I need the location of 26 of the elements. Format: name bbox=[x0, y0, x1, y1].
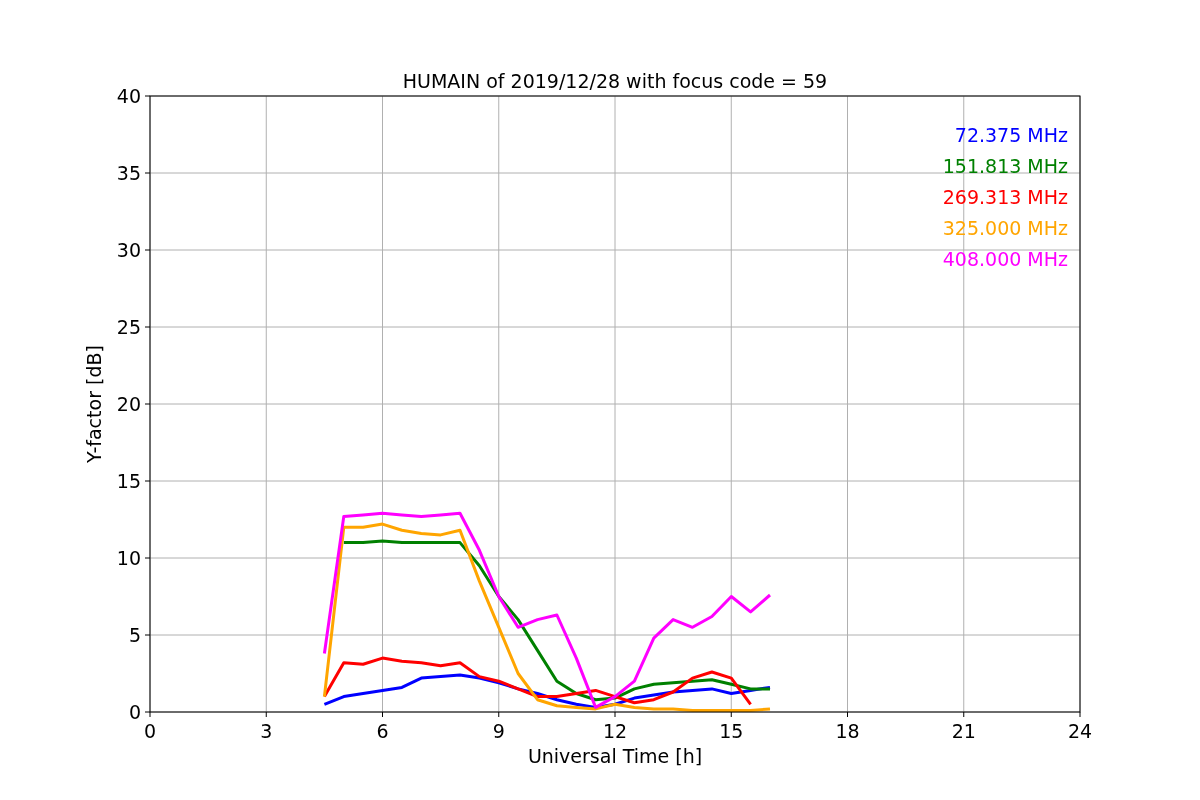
tick-label: 30 bbox=[116, 239, 141, 261]
tick-label: 12 bbox=[602, 720, 628, 742]
chart-title: HUMAIN of 2019/12/28 with focus code = 59 bbox=[402, 70, 828, 92]
tick-label: 3 bbox=[260, 720, 273, 742]
tick-label: 10 bbox=[116, 547, 141, 569]
legend-label: 151.813 MHz bbox=[942, 155, 1068, 177]
tick-label: 15 bbox=[719, 720, 744, 742]
x-axis-label: Universal Time [h] bbox=[527, 745, 703, 767]
tick-label: 25 bbox=[116, 316, 141, 338]
tick-label: 6 bbox=[376, 720, 389, 742]
legend-label: 72.375 MHz bbox=[954, 124, 1068, 146]
tick-label: 24 bbox=[1067, 720, 1093, 742]
tick-label: 0 bbox=[128, 701, 141, 723]
tick-label: 5 bbox=[128, 624, 141, 646]
legend-label: 325.000 MHz bbox=[942, 217, 1068, 239]
tick-label: 9 bbox=[492, 720, 505, 742]
tick-label: 35 bbox=[116, 162, 141, 184]
tick-label: 40 bbox=[116, 85, 141, 107]
legend-label: 408.000 MHz bbox=[942, 248, 1068, 270]
tick-label: 20 bbox=[116, 393, 141, 415]
tick-label: 21 bbox=[951, 720, 976, 742]
tick-label: 0 bbox=[143, 720, 157, 742]
tick-label: 15 bbox=[116, 470, 141, 492]
tick-label: 18 bbox=[835, 720, 860, 742]
legend-label: 269.313 MHz bbox=[942, 186, 1068, 208]
y-axis-label: Y-factor [dB] bbox=[83, 345, 105, 463]
